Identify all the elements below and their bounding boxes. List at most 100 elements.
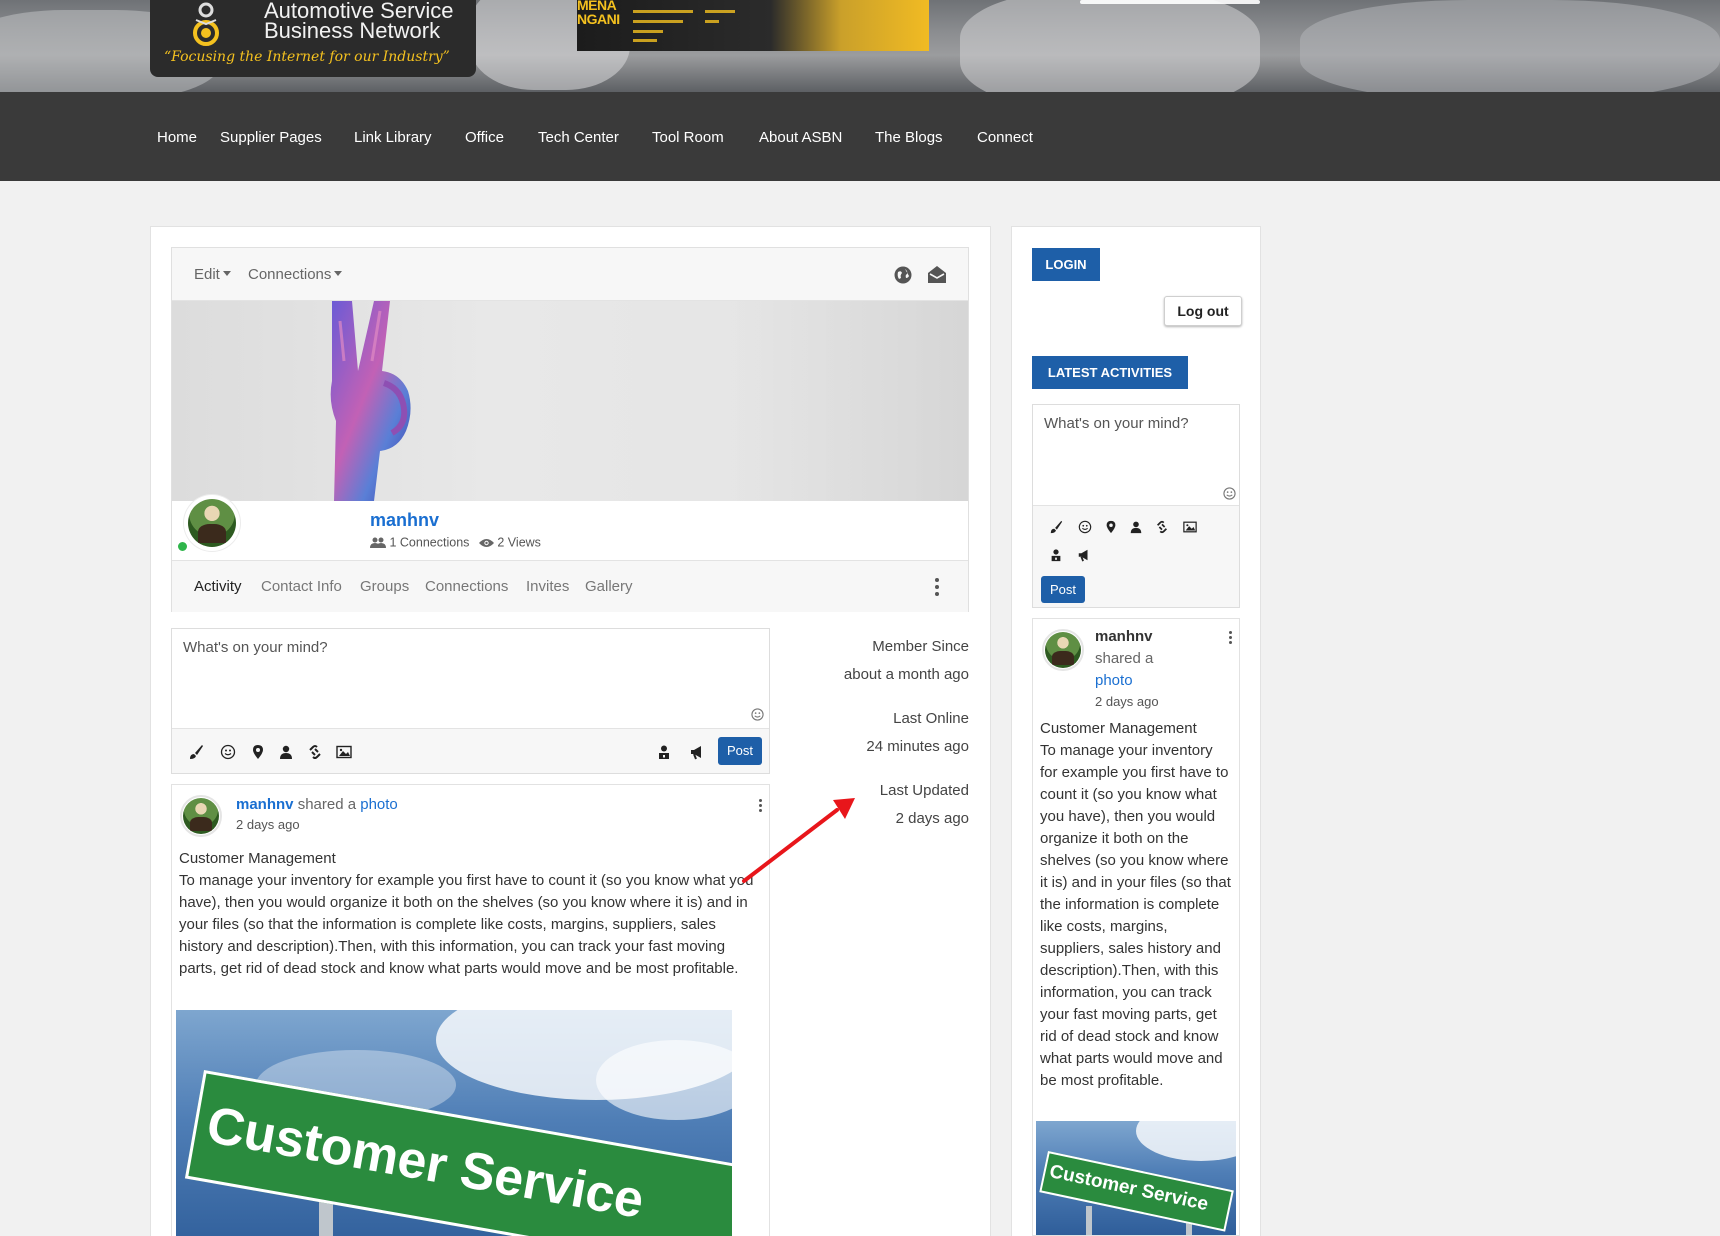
member-since-value: about a month ago <box>843 666 969 683</box>
sidebar-post-avatar[interactable] <box>1042 629 1084 671</box>
image-icon[interactable] <box>1183 520 1197 534</box>
profile-toolbar: Edit Connections <box>172 248 968 301</box>
views-count: 2 Views <box>497 535 541 550</box>
sidebar-composer: What's on your mind? Post <box>1032 404 1240 608</box>
image-icon[interactable] <box>336 744 352 760</box>
online-status-indicator <box>176 540 189 553</box>
logout-button[interactable]: Log out <box>1164 296 1242 326</box>
member-since-label: Member Since <box>872 638 969 655</box>
sidebar-post-action: shared a <box>1095 650 1154 667</box>
map-pin-icon[interactable] <box>1104 520 1118 534</box>
cover-photo[interactable] <box>172 301 968 501</box>
last-online-value: 24 minutes ago <box>866 738 969 755</box>
users-icon <box>370 537 386 548</box>
sidebar-post-title: Customer Management <box>1040 720 1197 737</box>
nav-office[interactable]: Office <box>465 129 504 146</box>
site-tagline: “Focusing the Internet for our Industry” <box>164 49 450 65</box>
nav-tech-center[interactable]: Tech Center <box>538 129 619 146</box>
profile-header: Edit Connections manhnv 1 Connections 2 … <box>171 247 969 612</box>
post-title: Customer Management <box>179 850 336 867</box>
main-navbar: Home Supplier Pages Link Library Office … <box>0 92 1720 181</box>
tab-contact-info[interactable]: Contact Info <box>261 578 342 595</box>
profile-avatar[interactable] <box>184 495 240 551</box>
sidebar-post-object-link[interactable]: photo <box>1095 672 1133 689</box>
ad-headline: MENA NGANI <box>577 0 620 27</box>
globe-icon[interactable] <box>894 266 912 284</box>
sidebar-image-sign-text: Customer Service <box>1039 1151 1234 1232</box>
sidebar-post-more-icon[interactable] <box>1229 631 1232 644</box>
lock-icon[interactable] <box>1049 548 1063 562</box>
post-time: 2 days ago <box>236 817 300 832</box>
last-updated-value: 2 days ago <box>895 810 969 827</box>
sidebar-post-button[interactable]: Post <box>1041 576 1085 603</box>
gear-logo-icon <box>193 2 219 46</box>
site-title-line2: Business Network <box>264 18 441 43</box>
connections-menu[interactable]: Connections <box>248 266 343 283</box>
nav-link-library[interactable]: Link Library <box>354 129 432 146</box>
post-object-link[interactable]: photo <box>360 796 398 813</box>
megaphone-icon[interactable] <box>689 744 705 760</box>
caret-down-icon <box>222 271 231 277</box>
nav-the-blogs[interactable]: The Blogs <box>875 129 943 146</box>
post-action: shared a <box>297 796 357 813</box>
composer-input[interactable]: What's on your mind? <box>183 639 328 656</box>
post-body: Customer Management To manage your inven… <box>179 848 757 980</box>
sidebar-post-text: To manage your inventory for example you… <box>1040 742 1231 1089</box>
brush-icon[interactable] <box>188 744 204 760</box>
connections-count[interactable]: 1 Connections <box>389 536 469 550</box>
post-author-avatar[interactable] <box>180 795 222 837</box>
link-icon[interactable] <box>1155 520 1169 534</box>
tab-gallery[interactable]: Gallery <box>585 578 633 595</box>
smile-icon[interactable] <box>1078 520 1092 534</box>
edit-menu[interactable]: Edit <box>194 266 231 283</box>
peace-hand-image <box>330 301 411 501</box>
brush-icon[interactable] <box>1049 520 1063 534</box>
map-pin-icon[interactable] <box>250 744 266 760</box>
profile-stats: 1 Connections 2 Views <box>370 535 541 550</box>
post-header: manhnv shared a photo <box>236 796 398 813</box>
tabs-more-icon[interactable] <box>935 578 939 596</box>
user-icon[interactable] <box>278 744 294 760</box>
last-online-label: Last Online <box>893 710 969 727</box>
post-image[interactable]: Customer Service <box>176 1010 732 1236</box>
post-text: To manage your inventory for example you… <box>179 872 754 977</box>
sidebar-post-author[interactable]: manhnv <box>1095 628 1153 645</box>
connections-menu-label: Connections <box>248 266 332 283</box>
post-author[interactable]: manhnv <box>236 796 294 813</box>
megaphone-icon[interactable] <box>1077 548 1091 562</box>
user-icon[interactable] <box>1129 520 1143 534</box>
link-icon[interactable] <box>307 744 323 760</box>
composer-toolbar: Post <box>172 728 769 773</box>
last-updated-label: Last Updated <box>879 782 969 799</box>
sidebar-composer-input[interactable]: What's on your mind? <box>1044 415 1189 432</box>
profile-username[interactable]: manhnv <box>370 510 439 531</box>
sidebar-post-image[interactable]: Customer Service <box>1036 1121 1236 1235</box>
tab-activity[interactable]: Activity <box>194 578 242 595</box>
login-button[interactable]: LOGIN <box>1032 248 1100 281</box>
nav-home[interactable]: Home <box>157 129 197 146</box>
emoji-icon[interactable] <box>751 708 764 721</box>
edit-menu-label: Edit <box>194 266 220 283</box>
activity-post: manhnv shared a photo 2 days ago Custome… <box>171 784 770 1236</box>
sidebar-composer-toolbar: Post <box>1033 505 1239 607</box>
status-composer: What's on your mind? Post <box>171 628 770 774</box>
tab-groups[interactable]: Groups <box>360 578 409 595</box>
caret-down-icon <box>334 271 343 277</box>
post-button[interactable]: Post <box>718 737 762 765</box>
nav-tool-room[interactable]: Tool Room <box>652 129 724 146</box>
sidebar-post-time: 2 days ago <box>1095 694 1159 709</box>
nav-connect[interactable]: Connect <box>977 129 1033 146</box>
tab-connections[interactable]: Connections <box>425 578 508 595</box>
eye-icon <box>478 538 494 547</box>
emoji-icon[interactable] <box>1223 487 1236 500</box>
tab-invites[interactable]: Invites <box>526 578 569 595</box>
lock-icon[interactable] <box>656 744 672 760</box>
profile-tabs: Activity Contact Info Groups Connections… <box>172 560 968 612</box>
nav-about-asbn[interactable]: About ASBN <box>759 129 842 146</box>
banner-ad[interactable]: MENA NGANI <box>577 0 929 51</box>
smile-icon[interactable] <box>220 744 236 760</box>
site-logo[interactable]: Automotive Service Business Network “Foc… <box>150 0 476 77</box>
nav-supplier-pages[interactable]: Supplier Pages <box>220 129 322 146</box>
envelope-icon[interactable] <box>927 265 947 284</box>
latest-activities-heading: LATEST ACTIVITIES <box>1032 356 1188 389</box>
